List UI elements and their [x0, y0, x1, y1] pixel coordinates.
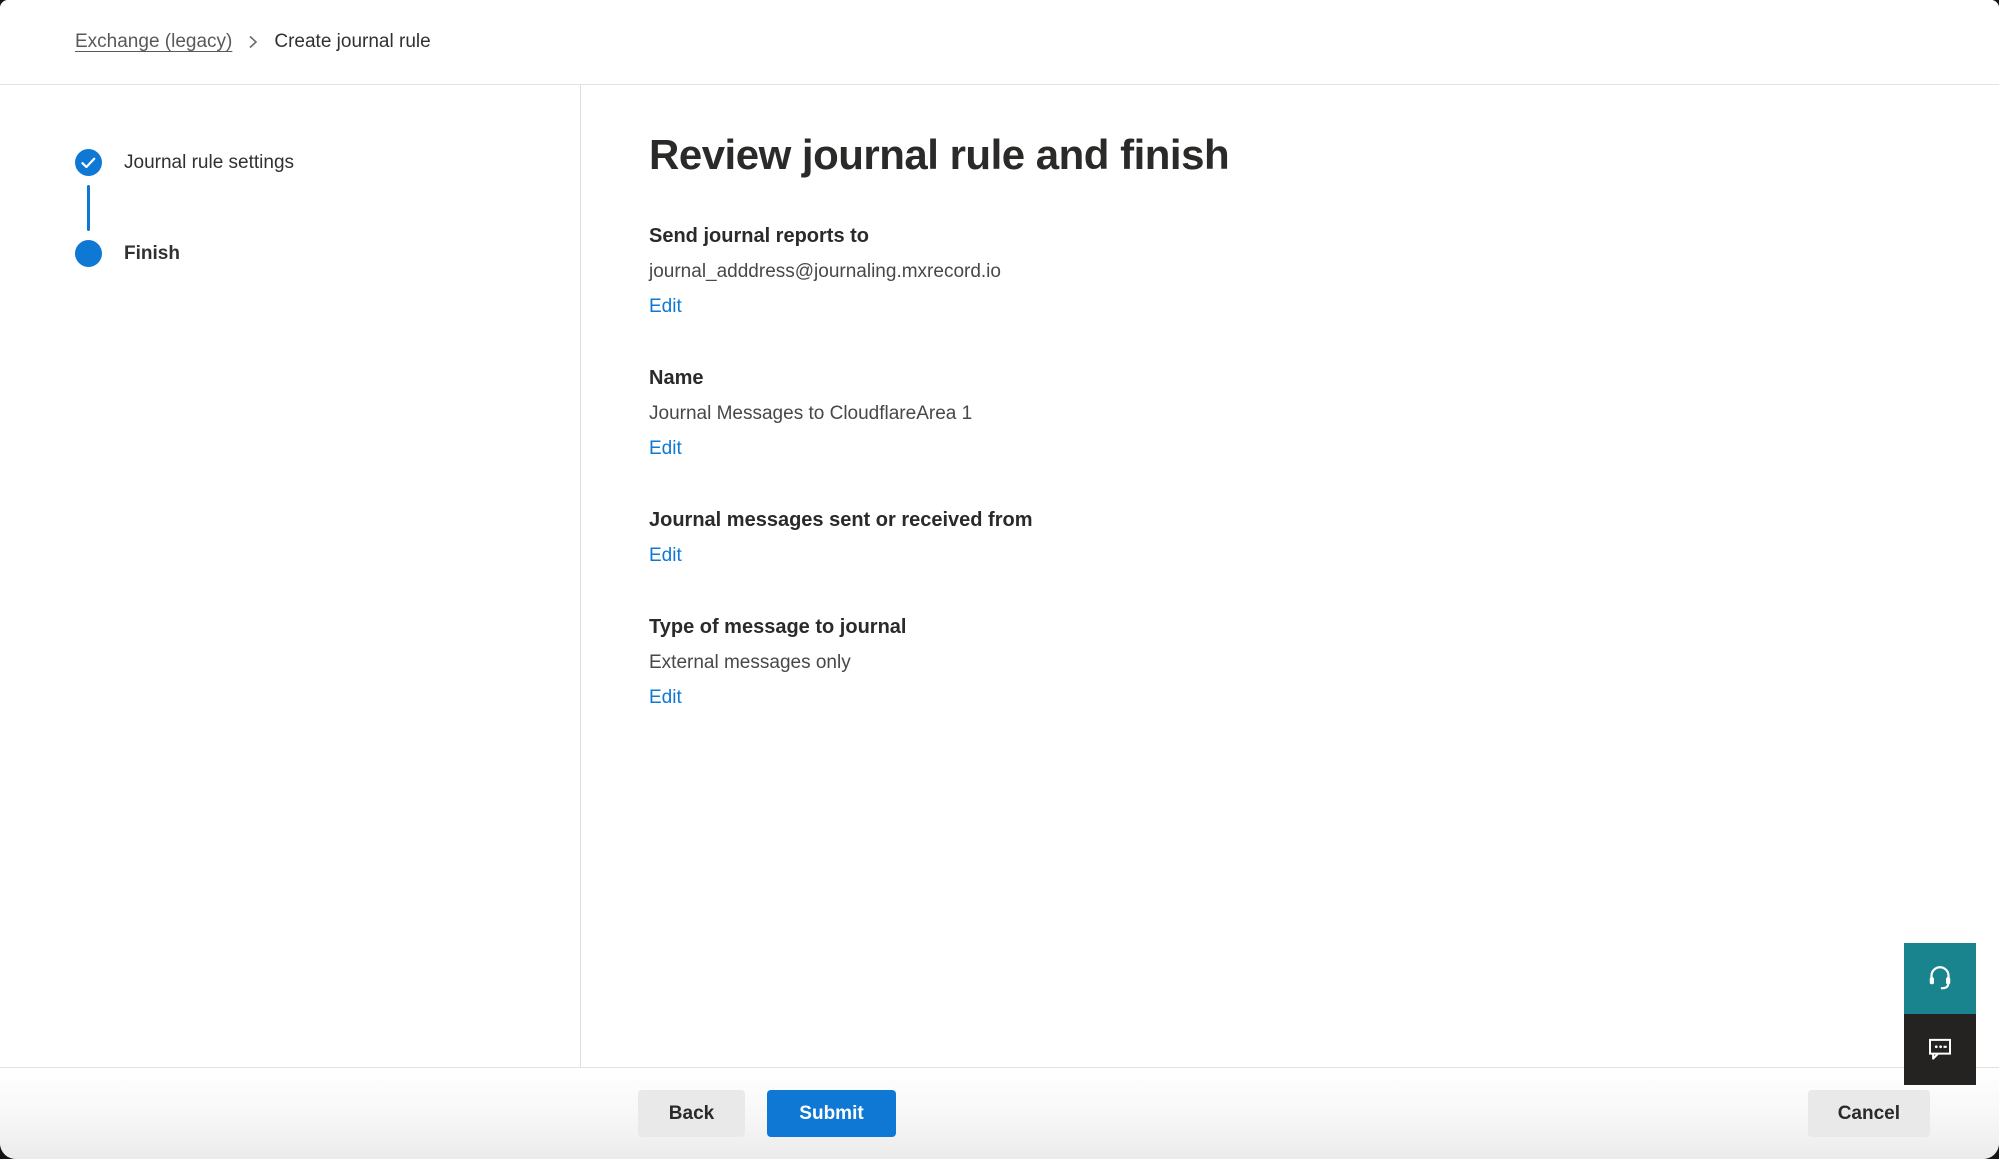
step-connector-line — [87, 185, 90, 231]
wizard-step-label: Journal rule settings — [124, 152, 294, 174]
back-button[interactable]: Back — [638, 1090, 745, 1137]
section-value: journal_adddress@journaling.mxrecord.io — [649, 261, 1959, 283]
wizard-step-journal-rule-settings[interactable]: Journal rule settings — [75, 149, 580, 176]
check-icon — [75, 149, 102, 176]
chat-icon — [1925, 1033, 1955, 1066]
content-row: Journal rule settings Finish Review jour… — [0, 85, 1999, 1067]
section-label: Send journal reports to — [649, 225, 1959, 248]
wizard-steps-panel: Journal rule settings Finish — [0, 85, 581, 1067]
edit-send-journal-reports-link[interactable]: Edit — [649, 296, 682, 318]
top-bar: Exchange (legacy) Create journal rule — [0, 0, 1999, 85]
page-title: Review journal rule and finish — [649, 131, 1959, 179]
section-journal-messages-scope: Journal messages sent or received from E… — [649, 509, 1959, 567]
section-label: Name — [649, 367, 1959, 390]
edit-name-link[interactable]: Edit — [649, 438, 682, 460]
edit-message-type-link[interactable]: Edit — [649, 687, 682, 709]
headset-icon — [1925, 962, 1955, 995]
action-footer: Back Submit Cancel — [0, 1067, 1999, 1159]
wizard-step-finish[interactable]: Finish — [75, 240, 580, 267]
section-value: External messages only — [649, 652, 1959, 674]
wizard-step-label: Finish — [124, 243, 180, 265]
chevron-right-icon — [247, 34, 259, 50]
review-pane: Review journal rule and finish Send jour… — [581, 85, 1999, 1067]
submit-button[interactable]: Submit — [767, 1090, 896, 1137]
section-name: Name Journal Messages to CloudflareArea … — [649, 367, 1959, 460]
support-widget-stack — [1904, 943, 1976, 1085]
section-send-journal-reports-to: Send journal reports to journal_adddress… — [649, 225, 1959, 318]
section-value: Journal Messages to CloudflareArea 1 — [649, 403, 1959, 425]
section-label: Journal messages sent or received from — [649, 509, 1959, 532]
section-message-type: Type of message to journal External mess… — [649, 616, 1959, 709]
breadcrumb: Exchange (legacy) Create journal rule — [75, 31, 431, 53]
breadcrumb-exchange-legacy-link[interactable]: Exchange (legacy) — [75, 31, 232, 53]
exchange-admin-window: Exchange (legacy) Create journal rule Jo… — [0, 0, 1999, 1159]
filled-dot-icon — [75, 240, 102, 267]
section-label: Type of message to journal — [649, 616, 1959, 639]
help-button[interactable] — [1904, 943, 1976, 1014]
edit-journal-messages-link[interactable]: Edit — [649, 545, 682, 567]
breadcrumb-current: Create journal rule — [274, 31, 430, 53]
cancel-button[interactable]: Cancel — [1808, 1090, 1930, 1137]
feedback-button[interactable] — [1904, 1014, 1976, 1085]
